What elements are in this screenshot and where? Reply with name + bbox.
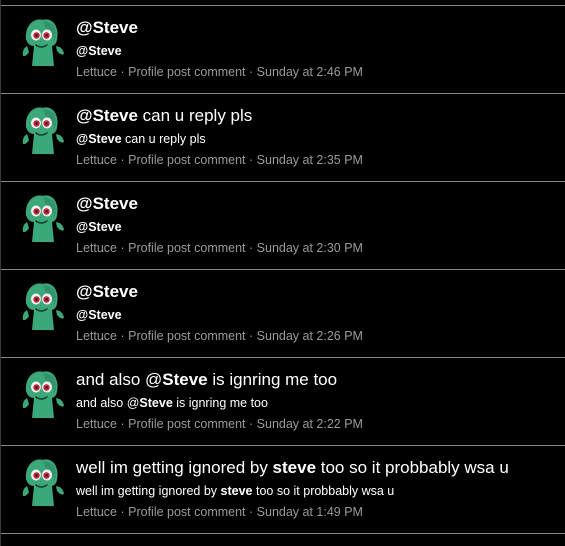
list-item: @Steve @Steve Lettuce · Profile post com… <box>1 6 565 94</box>
text-segment: can u reply pls <box>137 106 253 125</box>
result-content: @Steve @Steve Lettuce · Profile post com… <box>76 194 557 256</box>
mention-text: Steve <box>139 396 173 410</box>
meta-separator: · <box>245 505 257 519</box>
author-link[interactable]: Lettuce <box>76 505 117 519</box>
result-title-link[interactable]: well im getting ignored by steve too so … <box>76 458 557 478</box>
list-item: @Steve @Steve Lettuce · Profile post com… <box>1 270 565 358</box>
list-item: @Steve @Steve Lettuce · Profile post com… <box>1 182 565 270</box>
content-type-label: Profile post comment <box>128 241 246 255</box>
text-segment: well im getting ignored by <box>76 484 221 498</box>
text-segment: and also @ <box>76 396 140 410</box>
result-meta: Lettuce · Profile post comment · Sunday … <box>76 328 557 344</box>
author-link[interactable]: Lettuce <box>76 417 117 431</box>
timestamp-link[interactable]: Sunday at 2:46 PM <box>257 65 363 79</box>
content-type-label: Profile post comment <box>128 329 246 343</box>
result-meta: Lettuce · Profile post comment · Sunday … <box>76 240 557 256</box>
content-type-label: Profile post comment <box>128 505 246 519</box>
author-link[interactable]: Lettuce <box>76 65 117 79</box>
author-link[interactable]: Lettuce <box>76 241 117 255</box>
result-snippet: @Steve <box>76 219 557 235</box>
gumby-avatar-icon <box>22 283 64 330</box>
result-title-link[interactable]: and also @Steve is ignring me too <box>76 370 557 390</box>
timestamp-link[interactable]: Sunday at 2:26 PM <box>257 329 363 343</box>
content-type-label: Profile post comment <box>128 153 246 167</box>
text-segment: too so it probbably wsa u <box>252 484 395 498</box>
result-list: @Steve @Steve Lettuce · Profile post com… <box>1 6 565 534</box>
mention-text: steve <box>220 484 253 498</box>
timestamp-link[interactable]: Sunday at 2:22 PM <box>257 417 363 431</box>
content-type-label: Profile post comment <box>128 417 246 431</box>
list-item: @Steve can u reply pls @Steve can u repl… <box>1 94 565 182</box>
result-meta: Lettuce · Profile post comment · Sunday … <box>76 64 557 80</box>
mention-text: @Steve <box>76 132 122 146</box>
meta-separator: · <box>117 505 129 519</box>
result-meta: Lettuce · Profile post comment · Sunday … <box>76 504 557 520</box>
meta-separator: · <box>245 329 257 343</box>
gumby-avatar-icon <box>22 107 64 154</box>
search-results-feed: @Steve @Steve Lettuce · Profile post com… <box>0 0 565 546</box>
timestamp-link[interactable]: Sunday at 2:35 PM <box>257 153 363 167</box>
meta-separator: · <box>245 65 257 79</box>
result-content: @Steve @Steve Lettuce · Profile post com… <box>76 282 557 344</box>
result-snippet: @Steve can u reply pls <box>76 131 557 147</box>
meta-separator: · <box>117 241 129 255</box>
result-meta: Lettuce · Profile post comment · Sunday … <box>76 152 557 168</box>
avatar[interactable] <box>19 280 69 332</box>
meta-separator: · <box>245 153 257 167</box>
result-snippet: @Steve <box>76 307 557 323</box>
meta-separator: · <box>117 153 129 167</box>
result-content: well im getting ignored by steve too so … <box>76 458 557 520</box>
result-content: @Steve @Steve Lettuce · Profile post com… <box>76 18 557 80</box>
mention-text: @Steve <box>76 282 138 301</box>
result-meta: Lettuce · Profile post comment · Sunday … <box>76 416 557 432</box>
meta-separator: · <box>117 329 129 343</box>
meta-separator: · <box>117 65 129 79</box>
result-snippet: @Steve <box>76 43 557 59</box>
avatar[interactable] <box>19 192 69 244</box>
result-title-link[interactable]: @Steve can u reply pls <box>76 106 557 126</box>
result-content: and also @Steve is ignring me too and al… <box>76 370 557 432</box>
result-title-link[interactable]: @Steve <box>76 194 557 214</box>
result-snippet: and also @Steve is ignring me too <box>76 395 557 411</box>
text-segment: is ignring me too <box>172 396 268 410</box>
mention-text: steve <box>272 458 317 477</box>
avatar[interactable] <box>19 368 69 420</box>
mention-text: Steve <box>162 370 208 389</box>
list-item: and also @Steve is ignring me too and al… <box>1 358 565 446</box>
text-segment: well im getting ignored by <box>76 458 273 477</box>
mention-text: @Steve <box>76 220 122 234</box>
meta-separator: · <box>245 241 257 255</box>
result-title-link[interactable]: @Steve <box>76 282 557 302</box>
mention-text: @Steve <box>76 44 122 58</box>
avatar[interactable] <box>19 104 69 156</box>
list-item: well im getting ignored by steve too so … <box>1 446 565 534</box>
gumby-avatar-icon <box>22 19 64 66</box>
text-segment: and also @ <box>76 370 163 389</box>
mention-text: @Steve <box>76 308 122 322</box>
text-segment: can u reply pls <box>121 132 206 146</box>
avatar[interactable] <box>19 16 69 68</box>
content-type-label: Profile post comment <box>128 65 246 79</box>
mention-text: @Steve <box>76 18 138 37</box>
author-link[interactable]: Lettuce <box>76 329 117 343</box>
mention-text: @Steve <box>76 106 138 125</box>
meta-separator: · <box>245 417 257 431</box>
avatar[interactable] <box>19 456 69 508</box>
result-title-link[interactable]: @Steve <box>76 18 557 38</box>
timestamp-link[interactable]: Sunday at 1:49 PM <box>257 505 363 519</box>
text-segment: too so it probbably wsa u <box>316 458 509 477</box>
result-content: @Steve can u reply pls @Steve can u repl… <box>76 106 557 168</box>
result-snippet: well im getting ignored by steve too so … <box>76 483 557 499</box>
mention-text: @Steve <box>76 194 138 213</box>
gumby-avatar-icon <box>22 371 64 418</box>
gumby-avatar-icon <box>22 195 64 242</box>
author-link[interactable]: Lettuce <box>76 153 117 167</box>
text-segment: is ignring me too <box>207 370 338 389</box>
timestamp-link[interactable]: Sunday at 2:30 PM <box>257 241 363 255</box>
meta-separator: · <box>117 417 129 431</box>
gumby-avatar-icon <box>22 459 64 506</box>
